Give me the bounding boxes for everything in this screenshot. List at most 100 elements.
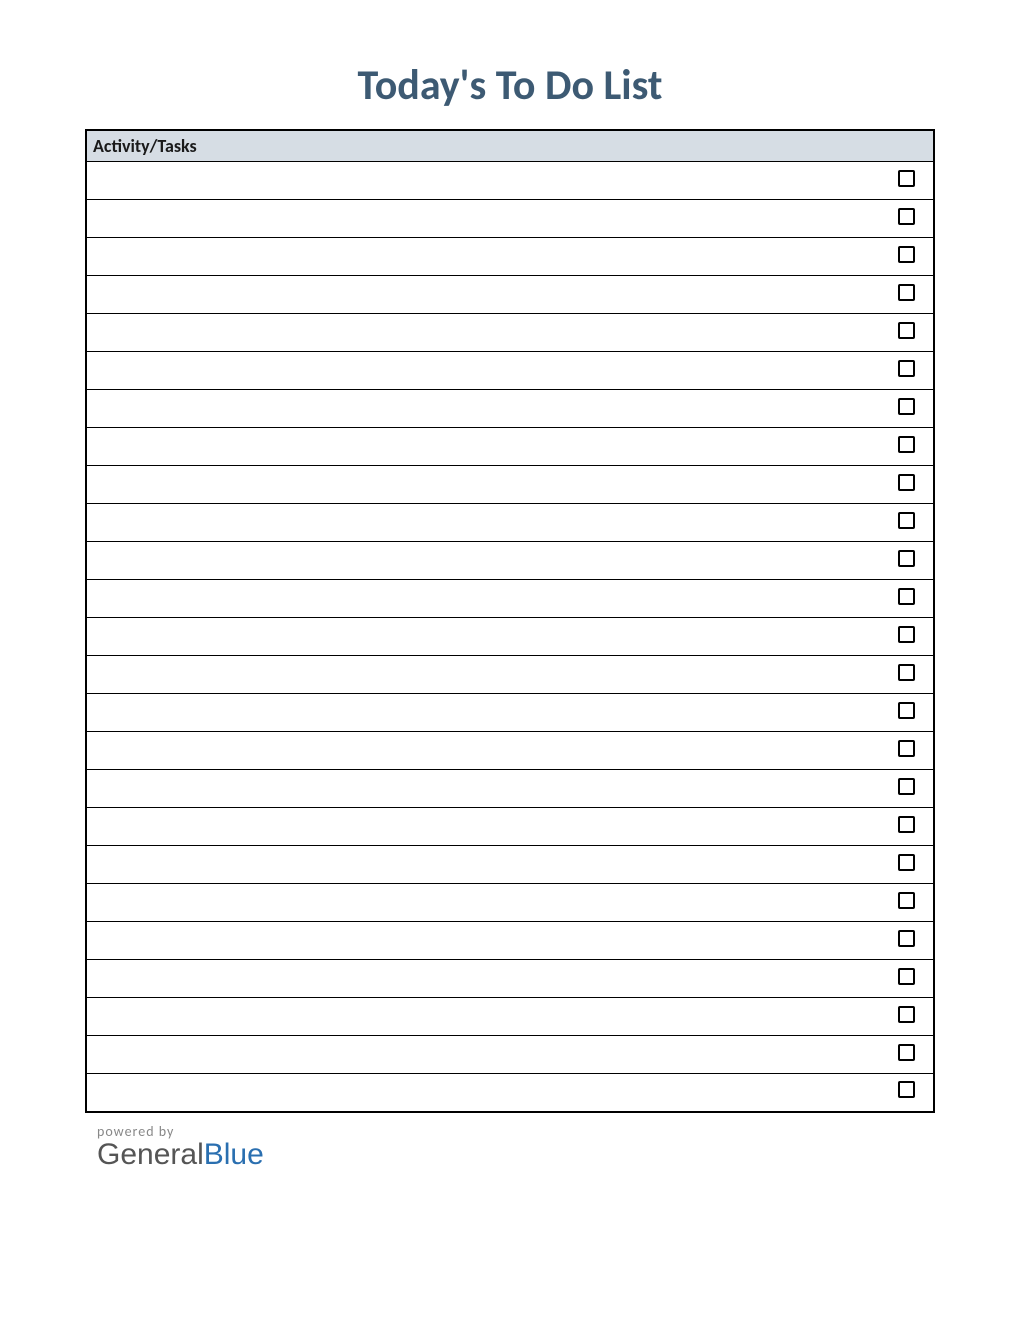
task-text-cell[interactable] [86, 618, 890, 656]
brand-part-general: General [97, 1138, 204, 1171]
checkbox-icon[interactable] [898, 246, 915, 263]
task-row [86, 200, 934, 238]
task-text-cell[interactable] [86, 960, 890, 998]
checkbox-icon[interactable] [898, 664, 915, 681]
task-row [86, 770, 934, 808]
checkbox-icon[interactable] [898, 854, 915, 871]
brand-part-blue: Blue [204, 1138, 264, 1171]
task-row [86, 390, 934, 428]
task-text-cell[interactable] [86, 504, 890, 542]
task-text-cell[interactable] [86, 656, 890, 694]
checkbox-icon[interactable] [898, 968, 915, 985]
brand-logo: GeneralBlue [97, 1138, 935, 1172]
checkbox-icon[interactable] [898, 436, 915, 453]
task-check-cell [890, 732, 934, 770]
task-row [86, 846, 934, 884]
task-check-cell [890, 656, 934, 694]
task-check-cell [890, 314, 934, 352]
task-check-cell [890, 846, 934, 884]
task-check-cell [890, 770, 934, 808]
checkbox-icon[interactable] [898, 740, 915, 757]
checkbox-icon[interactable] [898, 398, 915, 415]
checkbox-icon[interactable] [898, 208, 915, 225]
task-check-cell [890, 466, 934, 504]
checkbox-icon[interactable] [898, 284, 915, 301]
table-header-row: Activity/Tasks [86, 130, 934, 162]
task-row [86, 428, 934, 466]
checkbox-icon[interactable] [898, 550, 915, 567]
checkbox-icon[interactable] [898, 474, 915, 491]
task-row [86, 998, 934, 1036]
task-check-cell [890, 922, 934, 960]
task-text-cell[interactable] [86, 276, 890, 314]
task-text-cell[interactable] [86, 428, 890, 466]
checkbox-icon[interactable] [898, 360, 915, 377]
checkbox-icon[interactable] [898, 702, 915, 719]
task-row [86, 808, 934, 846]
checkbox-icon[interactable] [898, 512, 915, 529]
task-check-cell [890, 200, 934, 238]
checkbox-icon[interactable] [898, 626, 915, 643]
task-check-cell [890, 1074, 934, 1112]
task-row [86, 238, 934, 276]
task-check-cell [890, 808, 934, 846]
task-row [86, 884, 934, 922]
todo-table: Activity/Tasks [85, 129, 935, 1113]
checkbox-icon[interactable] [898, 930, 915, 947]
task-check-cell [890, 542, 934, 580]
task-text-cell[interactable] [86, 922, 890, 960]
column-header-activity: Activity/Tasks [86, 130, 934, 162]
task-text-cell[interactable] [86, 162, 890, 200]
task-row [86, 960, 934, 998]
checkbox-icon[interactable] [898, 588, 915, 605]
task-check-cell [890, 428, 934, 466]
task-text-cell[interactable] [86, 808, 890, 846]
checkbox-icon[interactable] [898, 1081, 915, 1098]
task-text-cell[interactable] [86, 1074, 890, 1112]
task-text-cell[interactable] [86, 466, 890, 504]
checkbox-icon[interactable] [898, 1044, 915, 1061]
task-row [86, 1036, 934, 1074]
task-text-cell[interactable] [86, 542, 890, 580]
task-text-cell[interactable] [86, 770, 890, 808]
task-check-cell [890, 618, 934, 656]
task-check-cell [890, 884, 934, 922]
task-text-cell[interactable] [86, 200, 890, 238]
task-text-cell[interactable] [86, 998, 890, 1036]
checkbox-icon[interactable] [898, 1006, 915, 1023]
task-row [86, 162, 934, 200]
task-row [86, 466, 934, 504]
task-check-cell [890, 580, 934, 618]
checkbox-icon[interactable] [898, 778, 915, 795]
task-text-cell[interactable] [86, 732, 890, 770]
checkbox-icon[interactable] [898, 816, 915, 833]
task-text-cell[interactable] [86, 694, 890, 732]
task-text-cell[interactable] [86, 390, 890, 428]
task-row [86, 504, 934, 542]
task-text-cell[interactable] [86, 352, 890, 390]
task-row [86, 694, 934, 732]
task-check-cell [890, 276, 934, 314]
task-row [86, 732, 934, 770]
task-row [86, 1074, 934, 1112]
task-check-cell [890, 694, 934, 732]
task-row [86, 276, 934, 314]
task-row [86, 580, 934, 618]
task-text-cell[interactable] [86, 314, 890, 352]
checkbox-icon[interactable] [898, 170, 915, 187]
task-row [86, 922, 934, 960]
task-text-cell[interactable] [86, 580, 890, 618]
task-row [86, 656, 934, 694]
task-text-cell[interactable] [86, 238, 890, 276]
task-row [86, 352, 934, 390]
task-check-cell [890, 352, 934, 390]
task-text-cell[interactable] [86, 846, 890, 884]
task-check-cell [890, 504, 934, 542]
task-text-cell[interactable] [86, 1036, 890, 1074]
task-row [86, 314, 934, 352]
checkbox-icon[interactable] [898, 322, 915, 339]
task-check-cell [890, 998, 934, 1036]
task-text-cell[interactable] [86, 884, 890, 922]
checkbox-icon[interactable] [898, 892, 915, 909]
task-check-cell [890, 162, 934, 200]
